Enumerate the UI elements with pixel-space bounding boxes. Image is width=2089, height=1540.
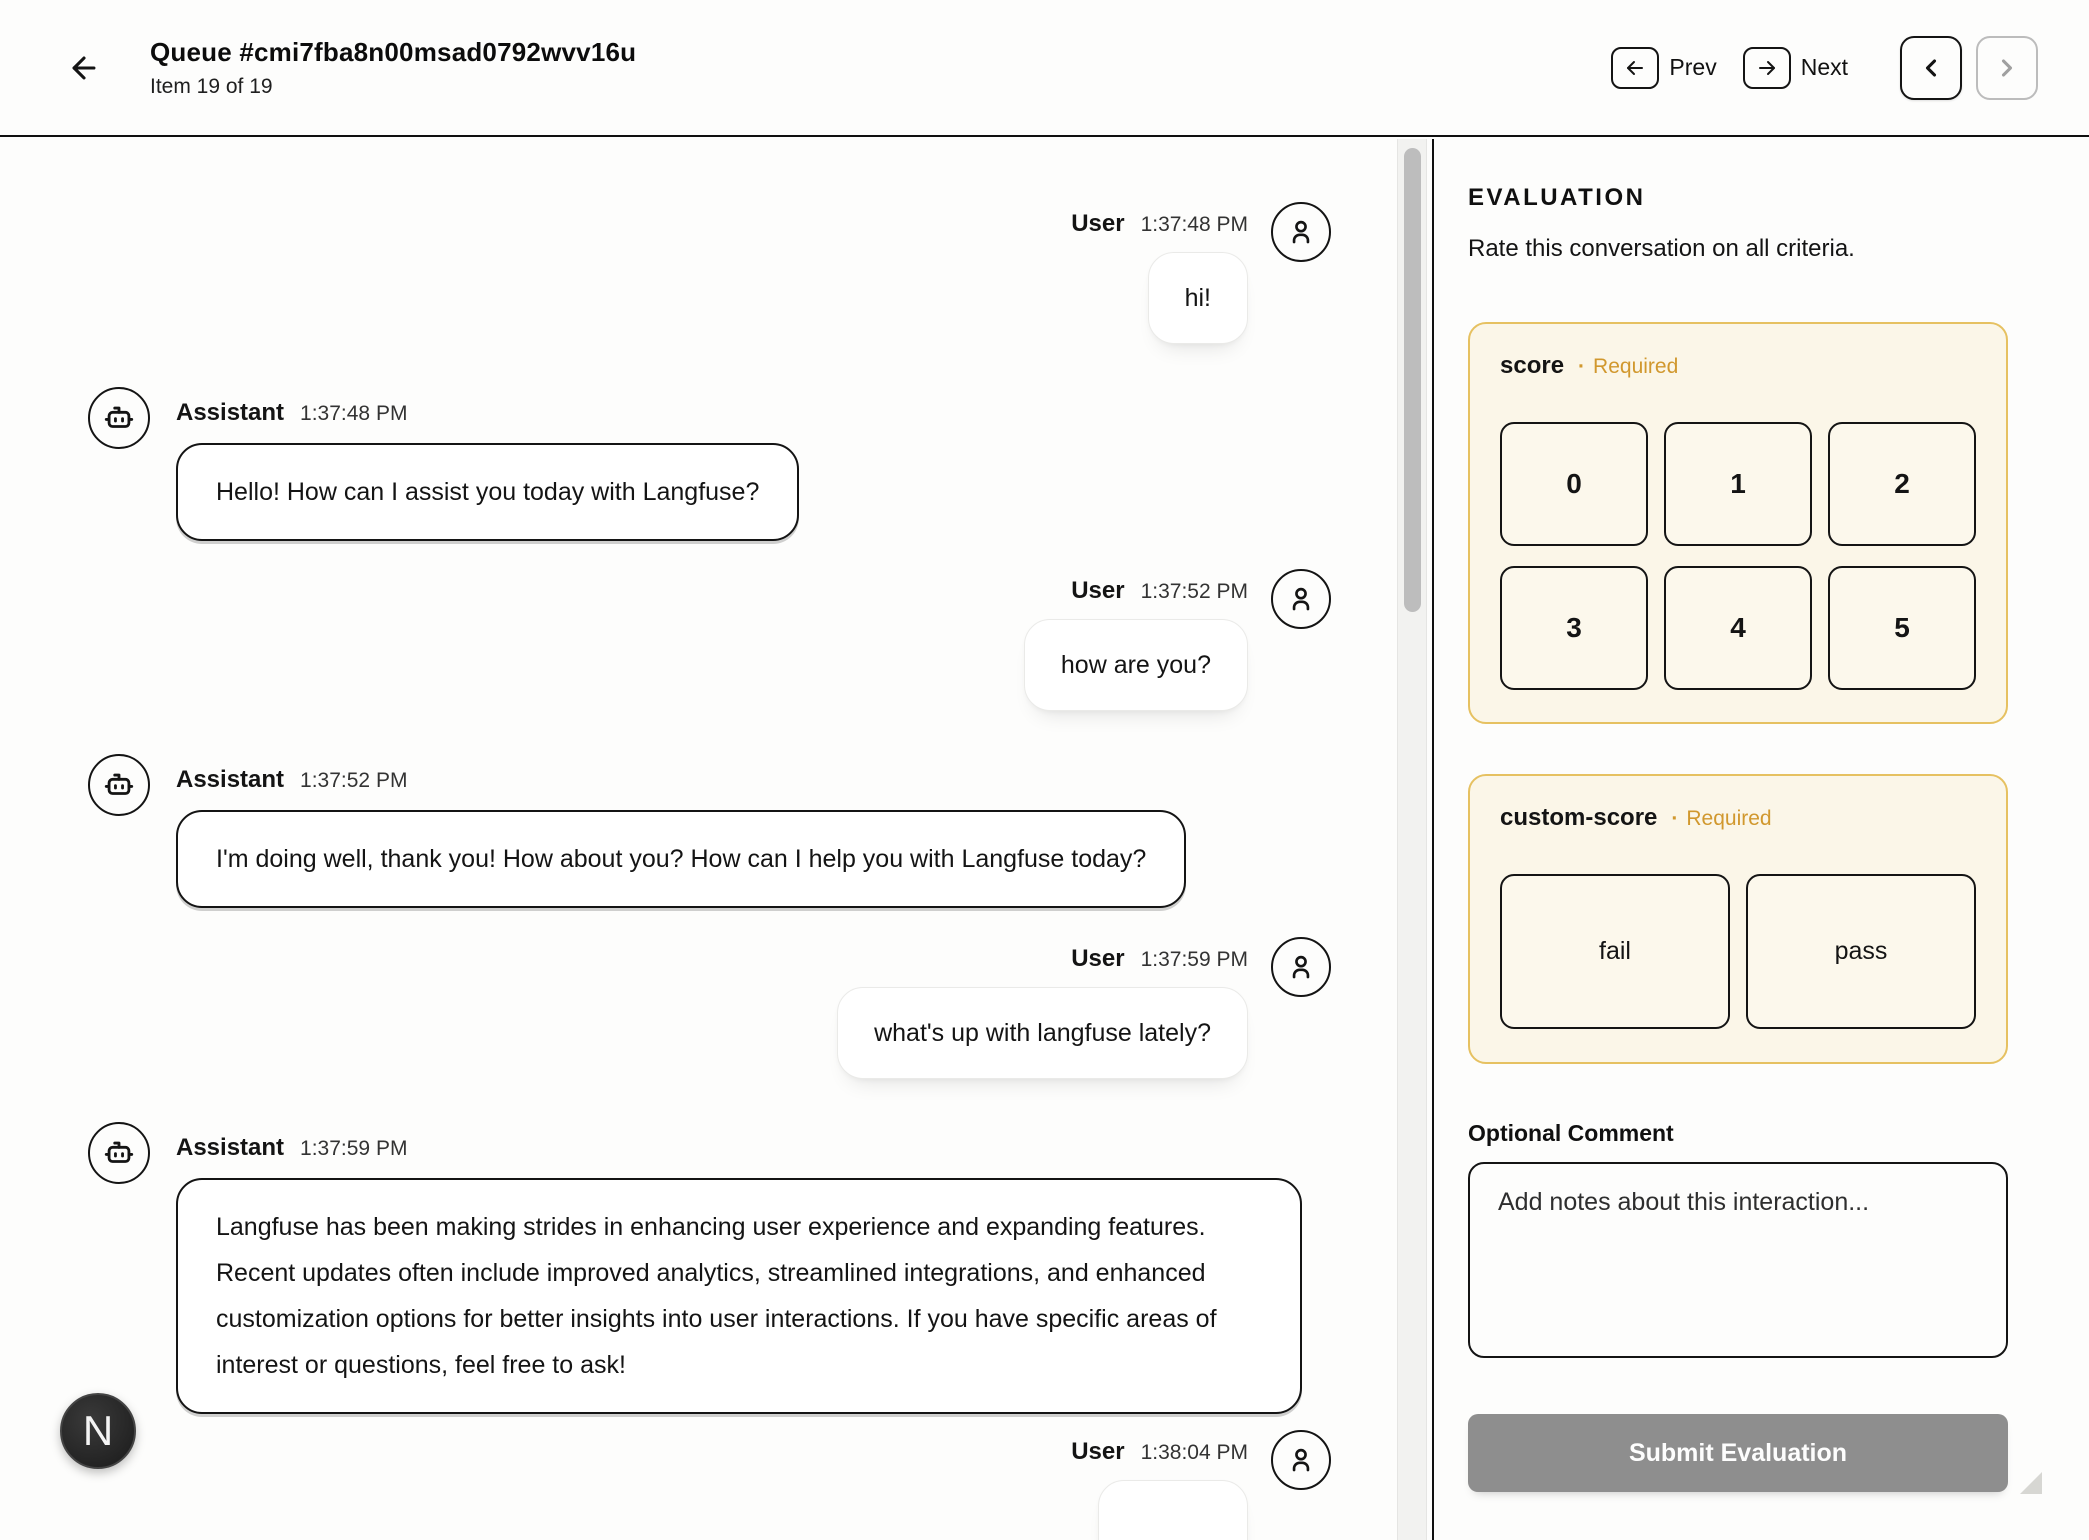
message-timestamp: 1:37:52 PM (300, 769, 407, 793)
optional-comment-label: Optional Comment (1468, 1120, 1674, 1147)
score-option-3[interactable]: 3 (1500, 566, 1648, 690)
message-bubble: Hello! How can I assist you today with L… (176, 443, 799, 541)
arrow-left-key-icon (1611, 47, 1659, 89)
page-title: Queue #cmi7fba8n00msad0792wvv16u (150, 37, 636, 68)
avatar (88, 387, 150, 449)
chat-message-assistant: Assistant 1:37:52 PM I'm doing well, tha… (88, 754, 1302, 908)
message-header: Assistant 1:37:48 PM (176, 399, 407, 429)
avatar (1271, 569, 1331, 629)
chat-scrollbar-track[interactable] (1397, 139, 1427, 1540)
message-timestamp: 1:37:59 PM (1141, 948, 1248, 972)
chevron-left-icon (1917, 54, 1945, 82)
conversation-panel: User 1:37:48 PM hi! Assistant (0, 139, 1434, 1540)
chat-message-user: User 1:37:59 PM what's up with langfuse … (300, 937, 1331, 1079)
header: Queue #cmi7fba8n00msad0792wvv16u Item 19… (0, 0, 2089, 137)
message-header: User 1:37:48 PM (1071, 210, 1248, 240)
resize-handle[interactable] (2020, 1472, 2042, 1494)
message-header: User 1:37:59 PM (1071, 945, 1248, 975)
user-icon (1285, 216, 1317, 248)
arrow-left-icon (67, 51, 101, 85)
criterion-name: score (1500, 352, 1564, 380)
next-item-button[interactable]: Next (1743, 47, 1848, 89)
message-role: Assistant (176, 399, 284, 427)
page-back-button[interactable] (1900, 36, 1962, 100)
nextjs-dev-badge[interactable]: N (60, 1393, 136, 1469)
chat-message-assistant: Assistant 1:37:48 PM Hello! How can I as… (88, 387, 1302, 541)
criterion-name: custom-score (1500, 804, 1657, 832)
custom-score-options: fail pass (1500, 874, 1976, 1029)
submit-evaluation-button[interactable]: Submit Evaluation (1468, 1414, 2008, 1492)
message-bubble: how are you? (1024, 619, 1248, 711)
prev-item-button[interactable]: Prev (1611, 47, 1716, 89)
page-forward-button[interactable] (1976, 36, 2038, 100)
next-label: Next (1801, 54, 1848, 81)
avatar (1271, 937, 1331, 997)
message-bubble (1098, 1480, 1248, 1540)
message-timestamp: 1:37:48 PM (1141, 213, 1248, 237)
score-option-5[interactable]: 5 (1828, 566, 1976, 690)
message-bubble: Langfuse has been making strides in enha… (176, 1178, 1302, 1414)
header-controls: Prev Next (1611, 36, 2038, 100)
avatar (1271, 202, 1331, 262)
score-option-0[interactable]: 0 (1500, 422, 1648, 546)
message-role: User (1071, 945, 1124, 973)
avatar (1271, 1430, 1331, 1490)
criterion-header: score Required (1500, 352, 1976, 380)
prev-label: Prev (1669, 54, 1716, 81)
item-counter: Item 19 of 19 (150, 75, 636, 99)
avatar (88, 1122, 150, 1184)
arrow-right-key-icon (1743, 47, 1791, 89)
bot-icon (102, 768, 136, 802)
chat-message-assistant: Assistant 1:37:59 PM Langfuse has been m… (88, 1122, 1302, 1414)
message-bubble: hi! (1148, 252, 1248, 344)
pager-buttons (1900, 36, 2038, 100)
required-badge: Required (1671, 807, 1771, 831)
custom-score-option-fail[interactable]: fail (1500, 874, 1730, 1029)
message-bubble: I'm doing well, thank you! How about you… (176, 810, 1186, 908)
chat-scrollbar-thumb[interactable] (1404, 148, 1421, 612)
bot-icon (102, 1136, 136, 1170)
back-button[interactable] (62, 46, 106, 90)
avatar (88, 754, 150, 816)
criterion-card-score: score Required 0 1 2 3 4 5 (1468, 322, 2008, 724)
chevron-right-icon (1993, 54, 2021, 82)
message-role: User (1071, 1438, 1124, 1466)
message-header: Assistant 1:37:59 PM (176, 1134, 407, 1164)
message-role: Assistant (176, 1134, 284, 1162)
user-icon (1285, 951, 1317, 983)
title-block: Queue #cmi7fba8n00msad0792wvv16u Item 19… (150, 37, 636, 99)
chat-message-user: User 1:38:04 PM (300, 1430, 1331, 1540)
score-options: 0 1 2 3 4 5 (1500, 422, 1976, 690)
comment-input[interactable] (1468, 1162, 2008, 1358)
message-header: User 1:37:52 PM (1071, 577, 1248, 607)
criterion-header: custom-score Required (1500, 804, 1976, 832)
n-logo-icon: N (83, 1407, 113, 1455)
criterion-card-custom-score: custom-score Required fail pass (1468, 774, 2008, 1064)
message-timestamp: 1:38:04 PM (1141, 1441, 1248, 1465)
message-role: Assistant (176, 766, 284, 794)
evaluation-subheading: Rate this conversation on all criteria. (1468, 235, 1855, 263)
message-role: User (1071, 210, 1124, 238)
message-timestamp: 1:37:52 PM (1141, 580, 1248, 604)
score-option-2[interactable]: 2 (1828, 422, 1976, 546)
message-header: User 1:38:04 PM (1071, 1438, 1248, 1468)
score-option-4[interactable]: 4 (1664, 566, 1812, 690)
evaluation-panel: EVALUATION Rate this conversation on all… (1436, 139, 2089, 1540)
evaluation-heading: EVALUATION (1468, 184, 1645, 212)
message-timestamp: 1:37:48 PM (300, 402, 407, 426)
user-icon (1285, 583, 1317, 615)
required-badge: Required (1578, 355, 1678, 379)
user-icon (1285, 1444, 1317, 1476)
message-bubble: what's up with langfuse lately? (837, 987, 1248, 1079)
annotation-queue-app: Queue #cmi7fba8n00msad0792wvv16u Item 19… (0, 0, 2089, 1540)
chat-message-user: User 1:37:52 PM how are you? (300, 569, 1331, 711)
message-timestamp: 1:37:59 PM (300, 1137, 407, 1161)
chat-message-user: User 1:37:48 PM hi! (300, 202, 1331, 344)
message-role: User (1071, 577, 1124, 605)
message-header: Assistant 1:37:52 PM (176, 766, 407, 796)
custom-score-option-pass[interactable]: pass (1746, 874, 1976, 1029)
bot-icon (102, 401, 136, 435)
score-option-1[interactable]: 1 (1664, 422, 1812, 546)
